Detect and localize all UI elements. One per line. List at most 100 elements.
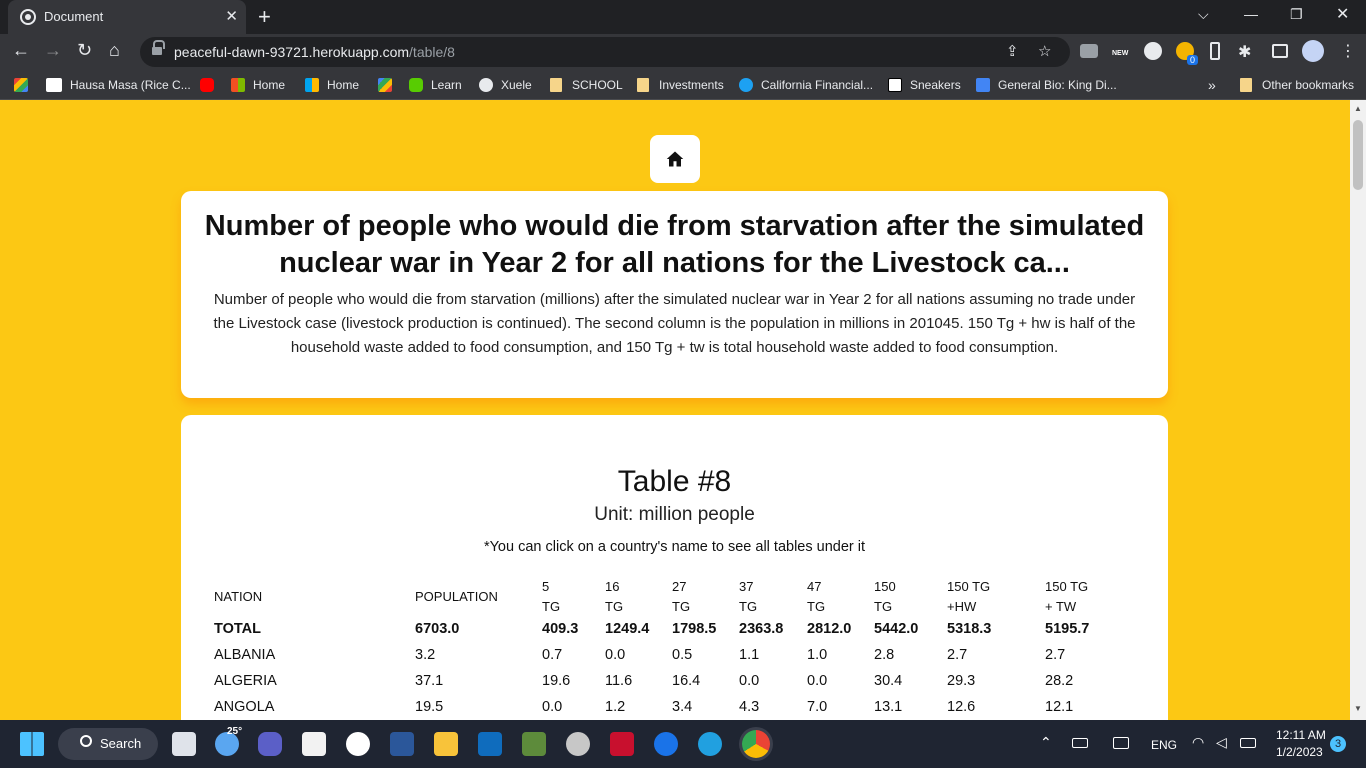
- unity-icon[interactable]: [566, 732, 590, 756]
- table-cell: 6703.0: [415, 621, 460, 637]
- clock-date[interactable]: 1/2/2023: [1276, 745, 1323, 759]
- header-47tg: 47 TG: [807, 579, 826, 614]
- forward-icon[interactable]: →: [44, 40, 62, 61]
- help-icon[interactable]: [654, 732, 678, 756]
- bookmark-sneakers[interactable]: Sneakers: [888, 77, 961, 93]
- word-icon[interactable]: [390, 732, 414, 756]
- keyboard-icon[interactable]: [1072, 738, 1088, 748]
- browser-tab[interactable]: Document ✕: [8, 0, 246, 34]
- header-150tg-hw: 150 TG +HW: [947, 579, 991, 614]
- table-cell: 19.5: [415, 699, 444, 715]
- side-panel-icon[interactable]: [1272, 44, 1288, 58]
- battery-icon[interactable]: [1240, 738, 1256, 748]
- youtube-bookmark-icon[interactable]: [200, 77, 222, 93]
- camera-extension-icon[interactable]: [1080, 44, 1098, 58]
- country-link[interactable]: ANGOLA: [214, 699, 274, 715]
- taskbar-search[interactable]: Search: [58, 728, 158, 760]
- profile-avatar[interactable]: [1302, 40, 1324, 62]
- bookmark-home-1[interactable]: Home: [231, 77, 285, 93]
- outlook-icon[interactable]: [478, 732, 502, 756]
- clock-time[interactable]: 12:11 AM: [1276, 728, 1326, 742]
- lock-icon[interactable]: [152, 40, 165, 56]
- minimize-button[interactable]: —: [1244, 6, 1258, 22]
- table-cell: 0.5: [672, 647, 693, 663]
- bookmark-school[interactable]: SCHOOL: [550, 77, 623, 93]
- table-cell: 16.4: [672, 673, 701, 689]
- s-extension-icon[interactable]: [1144, 42, 1162, 60]
- windows-start-icon[interactable]: [20, 732, 44, 756]
- pinwheel-bookmark-icon-2[interactable]: [378, 77, 400, 93]
- table-cell: 1.0: [807, 647, 828, 663]
- new-tab-button[interactable]: +: [258, 4, 271, 30]
- country-link[interactable]: ALBANIA: [214, 647, 275, 663]
- table-cell: 12.6: [947, 699, 976, 715]
- table-cell: 13.1: [874, 699, 903, 715]
- scroll-down-arrow[interactable]: ▼: [1354, 704, 1362, 713]
- table-cell: 1249.4: [605, 621, 650, 637]
- bookmark-xuele[interactable]: Xuele: [479, 77, 532, 93]
- page-description: Number of people who would die from star…: [213, 291, 1136, 356]
- page-viewport: Number of people who would die from star…: [0, 100, 1350, 720]
- header-37tg: 37 TG: [739, 579, 758, 614]
- page-scrollbar[interactable]: ▲ ▼: [1350, 100, 1366, 720]
- close-window-button[interactable]: ✕: [1336, 4, 1349, 24]
- menu-kebab-icon[interactable]: ⋮: [1340, 41, 1356, 61]
- wifi-icon[interactable]: ◠: [1192, 734, 1204, 751]
- notification-badge[interactable]: 3: [1330, 736, 1346, 752]
- chrome-icon[interactable]: [742, 730, 770, 758]
- bookmark-home-2[interactable]: Home: [305, 77, 359, 93]
- phone-extension-icon[interactable]: [1210, 42, 1220, 60]
- table-cell: 3.2: [415, 647, 436, 663]
- table-title: Table #8: [617, 465, 732, 498]
- reload-icon[interactable]: ↻: [77, 40, 92, 61]
- back-icon[interactable]: ←: [12, 40, 30, 61]
- maximize-button[interactable]: ❐: [1290, 6, 1303, 23]
- tray-chevron-icon[interactable]: ⌃: [1040, 734, 1052, 751]
- share-icon[interactable]: ⇪: [1006, 42, 1019, 60]
- table-cell: 2.8: [874, 647, 895, 663]
- scroll-up-arrow[interactable]: ▲: [1354, 104, 1362, 113]
- table-cell: 1.2: [605, 699, 626, 715]
- extensions-puzzle-icon[interactable]: ✱: [1238, 42, 1251, 62]
- windows-taskbar: Search 25° ⌃ ENG ◠ ◁ 12:11 AM 1/2/2023 3: [0, 720, 1366, 768]
- scrollbar-thumb[interactable]: [1353, 120, 1363, 190]
- table-cell: 2.7: [1045, 647, 1066, 663]
- table-cell: 0.0: [542, 699, 563, 715]
- edge-icon[interactable]: [698, 732, 722, 756]
- new-extension-icon[interactable]: NEW: [1112, 50, 1128, 57]
- task-view-icon[interactable]: [172, 732, 196, 756]
- page-title: Number of people who would die from star…: [204, 210, 1145, 279]
- bookmark-investments[interactable]: Investments: [637, 77, 724, 93]
- table-cell: 29.3: [947, 673, 976, 689]
- file-explorer-icon[interactable]: [434, 732, 458, 756]
- more-bookmarks-chevron[interactable]: »: [1208, 77, 1216, 93]
- language-indicator[interactable]: ENG: [1151, 738, 1177, 752]
- bookmark-california-financial[interactable]: California Financial...: [739, 77, 873, 93]
- home-button[interactable]: [650, 135, 700, 183]
- close-tab-icon[interactable]: ✕: [225, 7, 238, 25]
- microsoft-store-icon[interactable]: [302, 732, 326, 756]
- bookmark-star-icon[interactable]: ☆: [1038, 42, 1051, 60]
- table-cell: 0.7: [542, 647, 563, 663]
- bookmark-hausa[interactable]: Hausa Masa (Rice C...: [46, 77, 191, 93]
- app-icon[interactable]: [346, 732, 370, 756]
- display-icon[interactable]: [1113, 737, 1129, 749]
- country-link[interactable]: ALGERIA: [214, 673, 277, 689]
- pinwheel-bookmark-icon[interactable]: [14, 77, 36, 93]
- url-text: peaceful-dawn-93721.herokuapp.com/table/…: [174, 44, 455, 60]
- table-unit: Unit: million people: [594, 504, 755, 525]
- tab-strip: Document ✕ + ⌵ — ❐ ✕: [0, 0, 1366, 34]
- bookmark-learn[interactable]: Learn: [409, 77, 462, 93]
- tab-search-icon[interactable]: ⌵: [1198, 6, 1209, 23]
- minecraft-icon[interactable]: [522, 732, 546, 756]
- duolingo-icon: [409, 78, 423, 92]
- mcafee-icon[interactable]: [610, 732, 634, 756]
- volume-icon[interactable]: ◁: [1216, 734, 1227, 751]
- bookmark-general-bio[interactable]: General Bio: King Di...: [976, 77, 1117, 93]
- address-bar[interactable]: peaceful-dawn-93721.herokuapp.com/table/…: [140, 37, 1070, 67]
- table-cell: 37.1: [415, 673, 444, 689]
- other-bookmarks[interactable]: Other bookmarks: [1240, 77, 1354, 93]
- docs-icon: [976, 78, 990, 92]
- home-icon[interactable]: ⌂: [109, 40, 120, 61]
- teams-chat-icon[interactable]: [258, 732, 282, 756]
